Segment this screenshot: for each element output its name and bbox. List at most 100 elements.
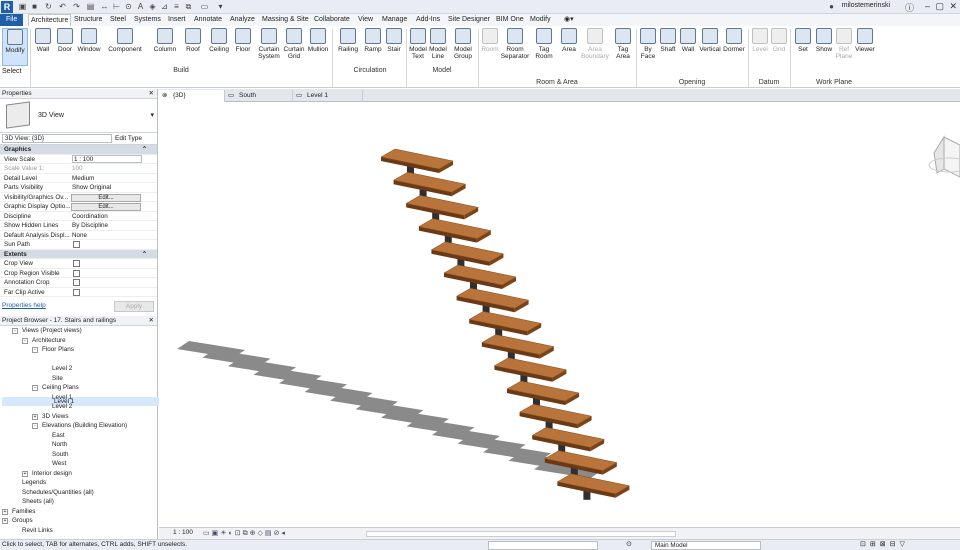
dormer-button[interactable]: Dormer xyxy=(722,28,746,76)
expand-icon[interactable]: + xyxy=(2,508,8,515)
browser-item[interactable]: - Ceiling Plans xyxy=(0,383,158,393)
browser-item[interactable]: Level 1 xyxy=(0,393,158,403)
browser-item[interactable]: South xyxy=(0,450,158,460)
horizontal-scrollbar[interactable] xyxy=(366,531,676,537)
browser-item[interactable]: Schedules/Quantities (all) xyxy=(0,488,158,498)
tab-analyze[interactable]: Analyze xyxy=(228,14,257,26)
vertical-button[interactable]: Vertical xyxy=(698,28,722,76)
maximize-icon[interactable]: ▢ xyxy=(935,1,944,12)
redo-icon[interactable]: ↷ xyxy=(72,2,81,11)
collapse-icon[interactable]: - xyxy=(22,337,28,344)
area-boundary-button[interactable]: Area Boundary xyxy=(580,28,610,76)
browser-item[interactable]: - Elevations (Building Elevation) xyxy=(0,421,158,431)
browser-item[interactable]: Revit Links xyxy=(0,526,158,536)
browser-item[interactable]: Sheets (all) xyxy=(0,497,158,507)
set-button[interactable]: Set xyxy=(794,28,812,76)
view-controls-icon[interactable]: ▭▣☀◐⊡⧉⊕◇▤⊘◂ xyxy=(203,529,287,538)
tab-manage[interactable]: Manage xyxy=(380,14,409,26)
browser-item[interactable]: West xyxy=(0,459,158,469)
browser-item[interactable]: + Families xyxy=(0,507,158,517)
room-separator-button[interactable]: Room Separator xyxy=(500,28,530,76)
property-checkbox[interactable] xyxy=(73,241,80,248)
active-model-select[interactable]: Main Model xyxy=(651,541,761,550)
tab-architecture[interactable]: Architecture xyxy=(28,14,72,26)
collapse-icon[interactable]: - xyxy=(32,423,38,429)
info-icon[interactable]: ⓘ xyxy=(905,1,914,14)
grid-button[interactable]: Grid xyxy=(770,28,788,76)
tab-site-designer[interactable]: Site Designer xyxy=(446,14,492,26)
by-face-button[interactable]: By Face xyxy=(638,28,658,76)
browser-item[interactable]: + Groups xyxy=(0,516,158,526)
switch-windows-icon[interactable]: ▭ xyxy=(200,2,209,11)
shaft-button[interactable]: Shaft xyxy=(658,28,678,76)
tab-collaborate[interactable]: Collaborate xyxy=(312,14,352,26)
browser-item[interactable]: Level 2 xyxy=(0,402,158,412)
3d-view-icon[interactable]: ◈ xyxy=(148,2,157,11)
tab-modify[interactable]: Modify xyxy=(528,14,553,26)
worksharing-icon[interactable]: ⊙ xyxy=(626,540,632,548)
collapse-icon[interactable]: ⌃ xyxy=(142,250,147,260)
level-button[interactable]: Level xyxy=(750,28,770,76)
ref-plane-button[interactable]: Ref Plane xyxy=(834,28,854,76)
section-icon[interactable]: ⊿ xyxy=(160,2,169,11)
edit-type-button[interactable]: Edit Type xyxy=(115,135,142,142)
property-value[interactable]: Coordination xyxy=(72,212,108,222)
property-checkbox[interactable] xyxy=(73,279,80,286)
save-icon[interactable]: ■ xyxy=(30,2,39,11)
opening-wall-button[interactable]: Wall xyxy=(678,28,698,76)
tab-bim-one[interactable]: BIM One xyxy=(494,14,526,26)
tab-view[interactable]: View xyxy=(356,14,375,26)
undo-icon[interactable]: ↶ xyxy=(58,2,67,11)
tab-annotate[interactable]: Annotate xyxy=(192,14,224,26)
tab-level-1[interactable]: ▭ Level 1 xyxy=(293,90,363,102)
instance-filter-select[interactable]: 3D View: {3D} xyxy=(2,134,112,143)
view-cube-icon[interactable] xyxy=(928,135,960,178)
type-selector[interactable]: 3D View ▾ xyxy=(0,99,157,133)
close-icon[interactable]: ✕ xyxy=(149,316,154,326)
room-button[interactable]: Room xyxy=(480,28,500,76)
viewer-button[interactable]: Viewer xyxy=(854,28,876,76)
property-value[interactable]: Medium xyxy=(72,174,94,184)
user-name[interactable]: milostemerinski xyxy=(842,2,890,9)
view-scale[interactable]: 1 : 100 xyxy=(173,529,193,536)
tab-3d-view[interactable]: ⊗ {3D} xyxy=(159,90,225,102)
property-checkbox[interactable] xyxy=(73,269,80,277)
property-value[interactable]: Show Original xyxy=(72,183,111,193)
browser-item[interactable]: East xyxy=(0,431,158,441)
expand-icon[interactable]: + xyxy=(32,413,38,420)
selection-controls-icon[interactable]: ⊡⊞⊠⊟▽ xyxy=(860,540,909,548)
property-value[interactable]: 100 xyxy=(72,164,83,174)
tag-room-button[interactable]: Tag Room xyxy=(532,28,556,76)
property-section[interactable]: Graphics ⌃ xyxy=(0,145,157,155)
measure-icon[interactable]: ↔ xyxy=(100,2,109,11)
open-icon[interactable]: ▣ xyxy=(18,2,27,11)
browser-item[interactable]: - Views (Project views) xyxy=(0,326,158,336)
tab-file[interactable]: File xyxy=(0,14,24,26)
customize-icon[interactable]: ▾ xyxy=(216,2,225,11)
browser-item[interactable]: - Floor Plans xyxy=(0,345,158,355)
browser-item[interactable]: North xyxy=(0,440,158,450)
thin-lines-icon[interactable]: ≡ xyxy=(172,2,181,11)
edit-button[interactable]: Edit... xyxy=(71,203,141,211)
property-value[interactable]: 1 : 100 xyxy=(72,155,142,163)
tag-area-button[interactable]: Tag Area xyxy=(612,28,634,76)
property-value[interactable]: By Discipline xyxy=(72,221,108,231)
close-icon[interactable]: ⊗ xyxy=(162,90,167,102)
property-section[interactable]: Extents ⌃ xyxy=(0,249,157,260)
design-option-select[interactable] xyxy=(488,541,598,550)
close-icon[interactable]: ✕ xyxy=(149,89,154,99)
properties-help-link[interactable]: Properties help xyxy=(2,302,46,309)
browser-item[interactable]: Legends xyxy=(0,478,158,488)
tab-systems[interactable]: Systems xyxy=(132,14,163,26)
show-button[interactable]: Show xyxy=(814,28,834,76)
tab-massing-site[interactable]: Massing & Site xyxy=(260,14,311,26)
tab-south[interactable]: ▭ South xyxy=(225,90,293,102)
room-area-panel-label[interactable]: Room & Area xyxy=(480,78,634,88)
tab-insert[interactable]: Insert xyxy=(166,14,188,26)
chevron-down-icon[interactable]: ▾ xyxy=(150,111,154,119)
collapse-icon[interactable]: ⌃ xyxy=(142,145,147,155)
property-checkbox[interactable] xyxy=(73,288,80,296)
print-icon[interactable]: ▤ xyxy=(86,2,95,11)
browser-item[interactable]: Site xyxy=(0,374,158,384)
tab-options-icon[interactable]: ◉▾ xyxy=(562,14,576,26)
